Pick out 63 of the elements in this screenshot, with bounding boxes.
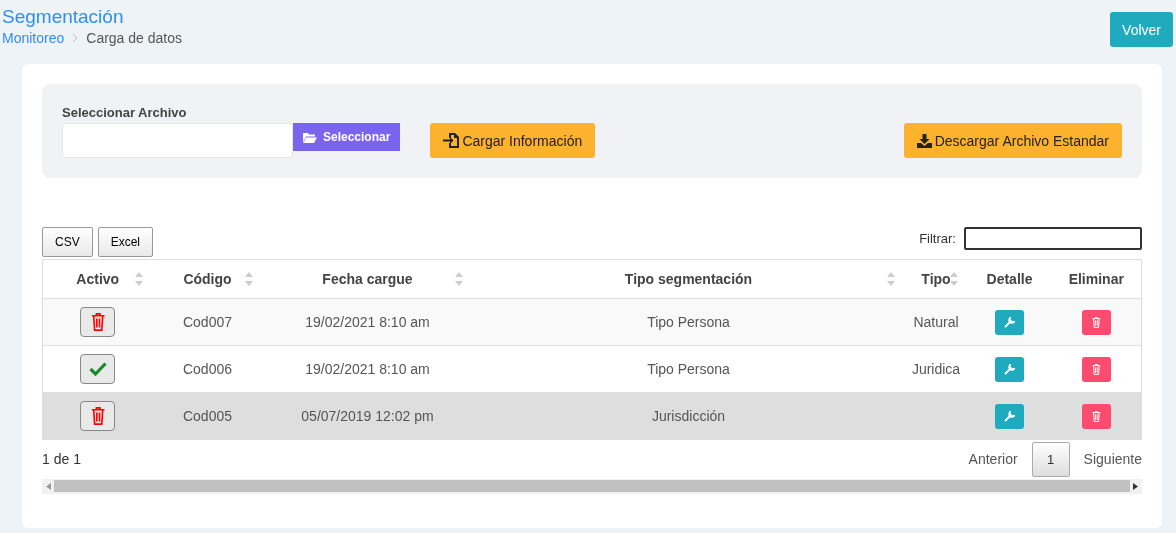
detail-button[interactable] bbox=[995, 403, 1024, 429]
table-cell: Tipo Persona bbox=[647, 314, 730, 330]
chevron-icon bbox=[72, 33, 79, 43]
trash-icon bbox=[90, 407, 105, 426]
column-header[interactable]: Tipo bbox=[921, 271, 951, 287]
file-import-icon bbox=[443, 133, 460, 148]
sort-icon bbox=[134, 272, 143, 286]
load-button[interactable]: Cargar Información bbox=[430, 123, 596, 158]
table-cell: 05/07/2019 12:02 pm bbox=[301, 408, 434, 425]
table-cell: Cod007 bbox=[182, 314, 232, 330]
delete-button[interactable] bbox=[1081, 356, 1111, 382]
wrench-icon bbox=[1004, 410, 1015, 422]
sort-icon bbox=[886, 272, 895, 286]
export-button[interactable]: Excel bbox=[97, 227, 154, 257]
page-button[interactable]: 1 bbox=[1031, 441, 1070, 477]
file-field[interactable] bbox=[62, 123, 293, 158]
table-cell: Cod006 bbox=[182, 361, 232, 377]
column-header: Detalle bbox=[986, 271, 1033, 287]
table-cell: Juridica bbox=[911, 361, 961, 377]
trash-icon bbox=[1091, 363, 1101, 375]
table-cell: Cod005 bbox=[182, 408, 232, 425]
column-header[interactable]: Tipo segmentación bbox=[624, 271, 753, 287]
detail-button[interactable] bbox=[995, 309, 1024, 335]
trash-icon bbox=[90, 313, 105, 331]
breadcrumb-current: Carga de datos bbox=[86, 30, 182, 46]
table-cell: Natural bbox=[913, 314, 959, 330]
page-title: Segmentación bbox=[2, 6, 125, 28]
page-info: 1 de 1 bbox=[42, 451, 81, 467]
table-cell: Tipo Persona bbox=[647, 361, 730, 377]
table-cell: 19/02/2021 8:10 am bbox=[305, 314, 430, 330]
field-label: Seleccionar Archivo bbox=[62, 105, 188, 120]
column-header[interactable]: Activo bbox=[76, 271, 120, 287]
delete-button[interactable] bbox=[1081, 309, 1111, 335]
scroll-left-icon[interactable] bbox=[46, 482, 51, 490]
detail-button[interactable] bbox=[995, 356, 1024, 382]
column-header[interactable]: Fecha cargue bbox=[322, 271, 413, 287]
filter-label: Filtrar: bbox=[919, 231, 956, 246]
export-button[interactable]: CSV bbox=[42, 227, 93, 257]
table-row[interactable]: Cod006 19/02/2021 8:10 am Tipo Persona Juridica bbox=[42, 345, 1142, 393]
check-icon bbox=[88, 362, 107, 376]
delete-button[interactable] bbox=[1081, 403, 1111, 429]
table-cell: 19/02/2021 8:10 am bbox=[305, 361, 430, 377]
folder-icon bbox=[303, 131, 317, 143]
column-header: Eliminar bbox=[1068, 271, 1124, 287]
trash-icon bbox=[1091, 410, 1101, 422]
next-link[interactable]: Siguiente bbox=[1083, 451, 1142, 467]
filter-field[interactable] bbox=[964, 227, 1142, 250]
wrench-icon bbox=[1004, 363, 1015, 375]
wrench-icon bbox=[1004, 316, 1015, 328]
sort-icon bbox=[244, 272, 253, 286]
sort-icon bbox=[454, 272, 463, 286]
column-header[interactable]: Código bbox=[183, 271, 232, 287]
download-icon bbox=[916, 133, 932, 148]
previous-link[interactable]: Anterior bbox=[968, 451, 1018, 467]
table-row[interactable]: Cod007 19/02/2021 8:10 am Tipo Persona Natural bbox=[42, 298, 1142, 346]
active-toggle[interactable] bbox=[80, 354, 116, 384]
table-cell: Jurisdicción bbox=[651, 408, 726, 425]
select-button[interactable]: Seleccionar bbox=[293, 123, 401, 151]
horizontal-scrollbar[interactable] bbox=[42, 478, 1142, 494]
sort-icon bbox=[949, 272, 958, 286]
trash-icon bbox=[1091, 316, 1101, 328]
download-button[interactable]: Descargar Archivo Estandar bbox=[903, 123, 1122, 158]
scroll-right-icon[interactable] bbox=[1133, 482, 1138, 490]
